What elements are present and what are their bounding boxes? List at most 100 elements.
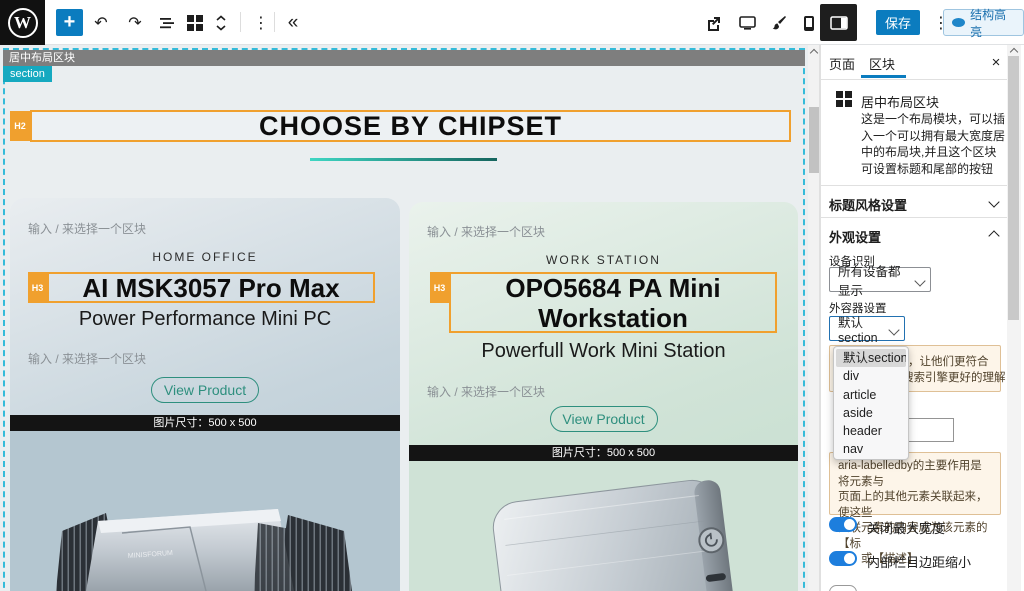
chevron-down-icon[interactable] <box>989 198 999 208</box>
device-select-value: 所有设备都显示 <box>838 261 910 299</box>
card-eyebrow: HOME OFFICE <box>10 250 400 264</box>
dropdown-option-article[interactable]: article <box>836 386 906 404</box>
device-select[interactable]: 所有设备都显示 <box>829 267 931 292</box>
list-view-button[interactable] <box>156 12 178 34</box>
sidebar-tab-bar: 页面 区块 × <box>821 45 1007 80</box>
canvas-scrollbar-thumb[interactable] <box>809 107 819 173</box>
inner-padding-toggle-label: 内部栏目边距缩小 <box>867 552 971 571</box>
editor-canvas[interactable]: 居中布局区块 section H2 CHOOSE BY CHIPSET 输入 /… <box>0 45 808 591</box>
sidebar-scrollbar-thumb[interactable] <box>1008 56 1019 320</box>
mobile-preview-button[interactable] <box>798 12 820 34</box>
section-tag-badge: section <box>3 66 52 82</box>
block-placeholder[interactable]: 输入 / 来选择一个区块 <box>427 383 545 400</box>
section-heading-block[interactable]: CHOOSE BY CHIPSET <box>30 110 791 142</box>
chevron-down-icon <box>889 326 899 336</box>
card-title-block[interactable]: AI MSK3057 Pro Max <box>47 272 375 303</box>
active-tab-underline <box>861 75 906 78</box>
container-select-dropdown[interactable]: 默认section div article aside header nav <box>833 346 909 460</box>
product-image: MINISFORUM <box>10 431 400 591</box>
workspace: 居中布局区块 section H2 CHOOSE BY CHIPSET 输入 /… <box>0 45 1024 591</box>
panel-title-style[interactable]: 标题风格设置 <box>829 195 907 214</box>
section-heading: CHOOSE BY CHIPSET <box>259 111 562 142</box>
container-select[interactable]: 默认section <box>829 316 905 341</box>
settings-sidebar: 页面 区块 × 居中布局区块 这是一个布局模块，可以插 入一个可以拥有最大宽度居… <box>820 45 1024 591</box>
block-options-button[interactable]: ⋮ <box>250 12 272 34</box>
dropdown-option-div[interactable]: div <box>836 367 906 385</box>
block-placeholder[interactable]: 输入 / 来选择一个区块 <box>28 350 146 367</box>
toolbar-divider <box>274 12 275 32</box>
product-card-work-station[interactable]: 输入 / 来选择一个区块 WORK STATION H3 OPO5684 PA … <box>409 202 798 591</box>
paintbrush-icon <box>770 14 788 32</box>
product-card-home-office[interactable]: 输入 / 来选择一个区块 HOME OFFICE H3 AI MSK3057 P… <box>10 198 400 591</box>
max-width-toggle-label: 关闭最大宽度 <box>867 518 945 537</box>
card-eyebrow: WORK STATION <box>409 253 798 267</box>
add-block-button[interactable]: + <box>56 9 83 36</box>
block-type-icon <box>836 91 852 107</box>
h3-badge: H3 <box>28 272 47 303</box>
dropdown-option-header[interactable]: header <box>836 422 906 440</box>
scroll-up-icon[interactable] <box>1010 47 1018 55</box>
toolbar-divider <box>240 12 241 32</box>
heading-divider <box>310 158 497 161</box>
sidebar-panel-icon <box>830 16 848 30</box>
block-placeholder[interactable]: 输入 / 来选择一个区块 <box>427 223 545 240</box>
tab-block[interactable]: 区块 <box>869 54 895 73</box>
external-link-icon <box>705 15 722 32</box>
chevron-up-icon[interactable] <box>989 229 999 239</box>
chevron-down-icon <box>915 277 925 287</box>
collapse-toolbar-button[interactable]: « <box>282 12 304 34</box>
container-select-value: 默认section <box>838 312 884 345</box>
card-subtitle: Power Performance Mini PC <box>10 308 400 331</box>
plus-icon: + <box>64 11 76 34</box>
aria-labelledby-note: aria-labelledby的主要作用是将元素与 页面上的其他元素关联起来，使… <box>829 452 1001 515</box>
double-chevron-left-icon: « <box>288 12 299 34</box>
close-icon: × <box>992 54 1001 71</box>
max-width-toggle[interactable] <box>829 517 857 532</box>
dropdown-option-section[interactable]: 默认section <box>836 349 906 367</box>
preview-external-button[interactable] <box>702 12 724 34</box>
h2-badge: H2 <box>10 111 30 141</box>
panel-appearance[interactable]: 外观设置 <box>829 227 881 246</box>
save-button[interactable]: 保存 <box>876 10 920 35</box>
editor-toolbar: W + ↶ ↷ ⋮ « 保存 ⋮ 结构高亮 <box>0 0 1024 45</box>
sidebar-scrollbar[interactable] <box>1007 45 1021 591</box>
canvas-scrollbar[interactable] <box>808 45 820 591</box>
card-title: OPO5684 PA Mini Workstation <box>451 273 775 333</box>
kebab-menu-icon: ⋮ <box>253 13 269 33</box>
structure-highlight-button[interactable]: 结构高亮 <box>943 9 1024 36</box>
image-size-bar: 图片尺寸：500 x 500 <box>10 415 400 431</box>
move-block-button[interactable] <box>210 12 232 34</box>
scroll-up-icon[interactable] <box>810 48 818 56</box>
card-subtitle: Powerfull Work Mini Station <box>409 340 798 363</box>
inner-padding-toggle[interactable] <box>829 551 857 566</box>
block-card-title: 居中布局区块 <box>861 92 939 111</box>
card-title: AI MSK3057 Pro Max <box>82 273 339 303</box>
tab-page[interactable]: 页面 <box>829 54 855 73</box>
redo-icon: ↷ <box>128 13 141 33</box>
settings-sidebar-toggle-button[interactable] <box>820 4 857 41</box>
up-down-chevrons-icon <box>214 14 228 32</box>
divider <box>821 217 1007 218</box>
partial-toggle[interactable] <box>829 585 857 591</box>
view-product-button[interactable]: View Product <box>550 406 658 432</box>
block-placeholder[interactable]: 输入 / 来选择一个区块 <box>28 220 146 237</box>
undo-button[interactable]: ↶ <box>90 12 112 34</box>
redo-button[interactable]: ↷ <box>124 12 146 34</box>
list-view-icon <box>158 14 176 32</box>
dropdown-option-aside[interactable]: aside <box>836 404 906 422</box>
card-title-block[interactable]: OPO5684 PA Mini Workstation <box>449 272 777 333</box>
wordpress-logo[interactable]: W <box>0 0 45 45</box>
h3-badge: H3 <box>430 272 449 303</box>
structure-highlight-label: 结构高亮 <box>970 6 1015 40</box>
divider <box>821 185 1007 186</box>
ellipse-icon <box>952 18 965 27</box>
customize-tool-button[interactable] <box>768 12 790 34</box>
block-label-bar: 居中布局区块 <box>3 50 805 66</box>
mobile-icon <box>803 15 815 32</box>
view-product-button[interactable]: View Product <box>151 377 259 403</box>
close-sidebar-button[interactable]: × <box>985 51 1007 73</box>
block-card-description: 这是一个布局模块，可以插 入一个可以拥有最大宽度居 中的布局块,并且这个区块 可… <box>861 111 1006 177</box>
block-overview-button[interactable] <box>184 12 206 34</box>
dropdown-option-nav[interactable]: nav <box>836 440 906 458</box>
desktop-preview-button[interactable] <box>736 12 758 34</box>
